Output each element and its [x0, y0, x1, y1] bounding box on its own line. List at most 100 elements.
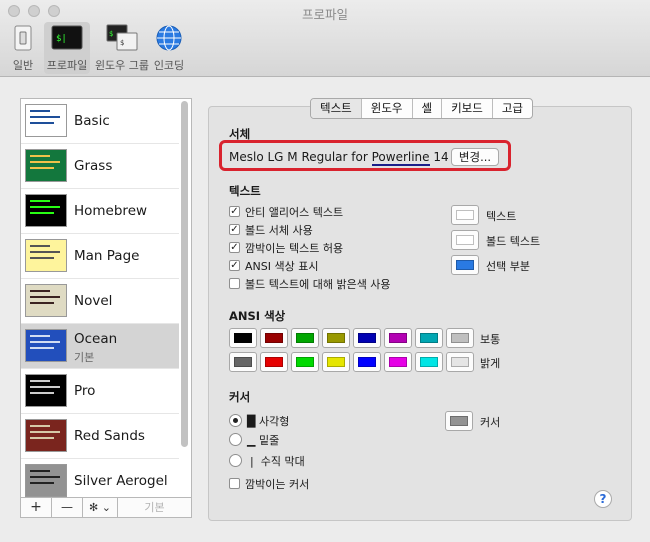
cursor-block-radio[interactable]: [229, 414, 242, 427]
ansi-normal-color-well-5[interactable]: [384, 328, 412, 348]
add-profile-button[interactable]: +: [20, 497, 52, 518]
profile-name: Silver Aerogel: [74, 473, 168, 489]
toolbar-profiles[interactable]: $| 프로파일: [44, 22, 90, 74]
terminal-icon: $|: [51, 25, 83, 50]
cursor-color-label: 커서: [480, 416, 501, 429]
profile-thumbnail: [25, 149, 67, 182]
ansi-section-heading: ANSI 색상: [229, 309, 286, 323]
font-name-underlined: Powerline: [371, 150, 430, 166]
globe-icon: [156, 25, 182, 51]
cursor-underline-radio[interactable]: [229, 433, 242, 446]
profile-name: Pro: [74, 383, 96, 399]
ansi-normal-color-well-2[interactable]: [291, 328, 319, 348]
ansi-bright-color-well-6[interactable]: [415, 352, 443, 372]
help-button[interactable]: ?: [594, 490, 612, 508]
ansi-bright-label: 밝게: [480, 357, 501, 370]
svg-text:$: $: [109, 30, 113, 38]
ansi-bright-color-well-0[interactable]: [229, 352, 257, 372]
profile-item[interactable]: Pro: [21, 369, 179, 414]
bright-bold-checkbox[interactable]: [229, 278, 240, 289]
bold-fonts-checkbox[interactable]: ✓: [229, 224, 240, 235]
cursor-color-well[interactable]: [445, 411, 473, 431]
tab-window[interactable]: 윈도우: [362, 99, 413, 118]
bold-text-color-label: 볼드 텍스트: [486, 235, 541, 248]
profile-item[interactable]: Silver Aerogel: [21, 459, 179, 497]
ansi-normal-color-well-6[interactable]: [415, 328, 443, 348]
profile-thumbnail: [25, 464, 67, 497]
selection-color-label: 선택 부분: [486, 260, 530, 273]
ansi-bright-color-well-5[interactable]: [384, 352, 412, 372]
profile-thumbnail: [25, 104, 67, 137]
svg-text:$|: $|: [56, 34, 67, 44]
ansi-bright-color-well-7[interactable]: [446, 352, 474, 372]
profile-thumbnail: [25, 194, 67, 227]
ansi-normal-color-well-3[interactable]: [322, 328, 350, 348]
toolbar-encodings[interactable]: 인코딩: [151, 22, 187, 74]
tab-keyboard[interactable]: 키보드: [442, 99, 493, 118]
profile-name: Basic: [74, 113, 110, 129]
ansi-colors-checkbox[interactable]: ✓: [229, 260, 240, 271]
gear-menu-button[interactable]: ✻ ⌄: [82, 497, 118, 518]
ansi-normal-color-well-0[interactable]: [229, 328, 257, 348]
cursor-underline-label: ▁ 밑줄: [247, 434, 280, 447]
blink-text-label: 깜박이는 텍스트 허용: [245, 242, 344, 255]
text-color-well[interactable]: [451, 205, 479, 225]
profile-name: Novel: [74, 293, 113, 309]
blink-cursor-label: 깜박이는 커서: [245, 478, 310, 491]
profile-thumbnail: [25, 239, 67, 272]
ansi-bright-color-well-4[interactable]: [353, 352, 381, 372]
blink-text-checkbox[interactable]: ✓: [229, 242, 240, 253]
profile-item[interactable]: Grass: [21, 144, 179, 189]
ansi-normal-color-well-4[interactable]: [353, 328, 381, 348]
set-default-button[interactable]: 기본: [117, 497, 192, 518]
cursor-section-heading: 커서: [229, 390, 251, 404]
profile-list-footer: + — ✻ ⌄ 기본: [20, 497, 192, 519]
ansi-colors-label: ANSI 색상 표시: [245, 260, 319, 273]
selection-color-well[interactable]: [451, 255, 479, 275]
cursor-bar-label: | 수직 막대: [250, 455, 305, 468]
profile-thumbnail: [25, 419, 67, 452]
font-name: Meslo LG M Regular for Powerline 14 pt.: [229, 150, 469, 166]
profile-item[interactable]: Novel: [21, 279, 179, 324]
blink-cursor-checkbox[interactable]: [229, 478, 240, 489]
profile-thumbnail: [25, 329, 67, 362]
profile-name: Homebrew: [74, 203, 148, 219]
text-section-heading: 텍스트: [229, 184, 261, 198]
tab-text[interactable]: 텍스트: [311, 99, 362, 118]
profile-item[interactable]: Basic: [21, 99, 179, 144]
profile-item[interactable]: Man Page: [21, 234, 179, 279]
profile-default-badge: 기본: [74, 351, 95, 364]
profile-list-scrollbar[interactable]: [181, 101, 188, 447]
tab-shell[interactable]: 셸: [413, 99, 443, 118]
profile-name: Man Page: [74, 248, 140, 264]
cursor-block-label: █ 사각형: [247, 415, 290, 428]
antialias-checkbox[interactable]: ✓: [229, 206, 240, 217]
profile-name: Red Sands: [74, 428, 145, 444]
tab-advanced[interactable]: 고급: [493, 99, 532, 118]
text-color-label: 텍스트: [486, 210, 517, 223]
ansi-bright-color-well-2[interactable]: [291, 352, 319, 372]
change-font-button[interactable]: 변경...: [451, 148, 499, 166]
window-group-icon: $ $: [106, 24, 138, 51]
ansi-normal-color-well-7[interactable]: [446, 328, 474, 348]
preferences-window: 프로파일 일반 $| 프로파일 $ $ 윈도우 그룹 인코딩 Basic Gra…: [0, 0, 650, 542]
settings-tabs: 텍스트 윈도우 셸 키보드 고급: [310, 98, 534, 119]
ansi-bright-color-well-3[interactable]: [322, 352, 350, 372]
toolbar-window-groups[interactable]: $ $ 윈도우 그룹: [93, 22, 151, 74]
bold-text-color-well[interactable]: [451, 230, 479, 250]
remove-profile-button[interactable]: —: [51, 497, 83, 518]
profile-thumbnail: [25, 284, 67, 317]
profile-item[interactable]: Homebrew: [21, 189, 179, 234]
window-title: 프로파일: [301, 7, 348, 22]
ansi-normal-color-well-1[interactable]: [260, 328, 288, 348]
toolbar-general[interactable]: 일반: [6, 22, 40, 74]
profile-item-selected[interactable]: Ocean 기본: [21, 324, 179, 369]
bright-bold-label: 볼드 텍스트에 대해 밝은색 사용: [245, 278, 391, 291]
ansi-normal-label: 보통: [480, 333, 501, 346]
cursor-bar-radio[interactable]: [229, 454, 242, 467]
profile-item[interactable]: Red Sands: [21, 414, 179, 459]
antialias-label: 안티 앨리어스 텍스트: [245, 206, 344, 219]
ansi-bright-color-well-1[interactable]: [260, 352, 288, 372]
profile-thumbnail: [25, 374, 67, 407]
bold-fonts-label: 볼드 서체 사용: [245, 224, 313, 237]
